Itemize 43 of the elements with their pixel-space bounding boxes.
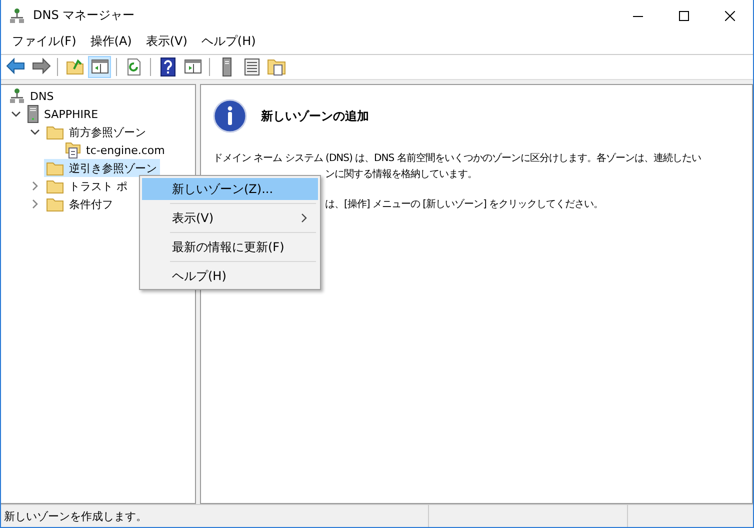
folder-document-icon [266, 57, 286, 77]
tree-item[interactable]: SAPPHIRE [25, 105, 102, 123]
chevron-right-icon[interactable] [30, 181, 40, 191]
menu-item[interactable]: ヘルプ(H) [142, 265, 318, 287]
tree-item[interactable]: 逆引き参照ゾーン [44, 159, 160, 177]
menu-item[interactable]: 表示(V) [138, 32, 194, 50]
tree-item[interactable]: 条件付フ [44, 195, 116, 213]
tree-item[interactable]: トラスト ポ [44, 177, 130, 195]
window-title: DNS マネージャー [33, 7, 135, 24]
help-icon [158, 57, 178, 77]
folder-icon [46, 124, 64, 140]
forward-arrow-icon [30, 57, 50, 77]
network-icon [9, 8, 25, 24]
folder-icon [46, 196, 64, 212]
menu-item[interactable]: ファイル(F) [5, 32, 84, 50]
menu-item[interactable]: 最新の情報に更新(F) [142, 236, 318, 258]
menu-item[interactable]: 新しいゾーン(Z)... [142, 178, 318, 200]
chevron-right-icon[interactable] [30, 199, 40, 209]
zone-file-icon [65, 141, 81, 159]
tree-item[interactable]: tc-engine.com [63, 141, 168, 159]
chevron-down-icon[interactable] [30, 127, 40, 137]
toolbar-button[interactable] [88, 56, 111, 78]
menu-item[interactable]: 表示(V) [142, 207, 318, 229]
description-text: ンに関する情報を格納しています。 [325, 168, 477, 182]
menu-item[interactable]: 操作(A) [83, 32, 139, 50]
network-icon [9, 88, 25, 104]
folder-up-icon [64, 57, 84, 77]
menu-item[interactable]: ヘルプ(H) [194, 32, 263, 50]
folder-icon [46, 160, 64, 176]
tree-item[interactable]: DNS [7, 87, 57, 105]
tree-item[interactable]: 前方参照ゾーン [44, 123, 149, 141]
status-text: 新しいゾーンを作成します。 [1, 505, 429, 527]
description-text: は、[操作] メニューの [新しいゾーン] をクリックしてください。 [325, 198, 604, 212]
list-icon [242, 57, 262, 77]
server-icon [27, 105, 39, 123]
back-arrow-icon [6, 57, 26, 77]
maximize-icon [679, 10, 689, 20]
heading: 新しいゾーンの追加 [261, 108, 369, 124]
chevron-right-icon [300, 213, 308, 223]
close-icon [725, 10, 735, 20]
description-text: ドメイン ネーム システム (DNS) は、DNS 名前空間をいくつかのゾーンに区分けします。各ゾーンは、連続したい [213, 152, 701, 166]
chevron-down-icon[interactable] [11, 109, 21, 119]
info-icon [213, 99, 247, 133]
